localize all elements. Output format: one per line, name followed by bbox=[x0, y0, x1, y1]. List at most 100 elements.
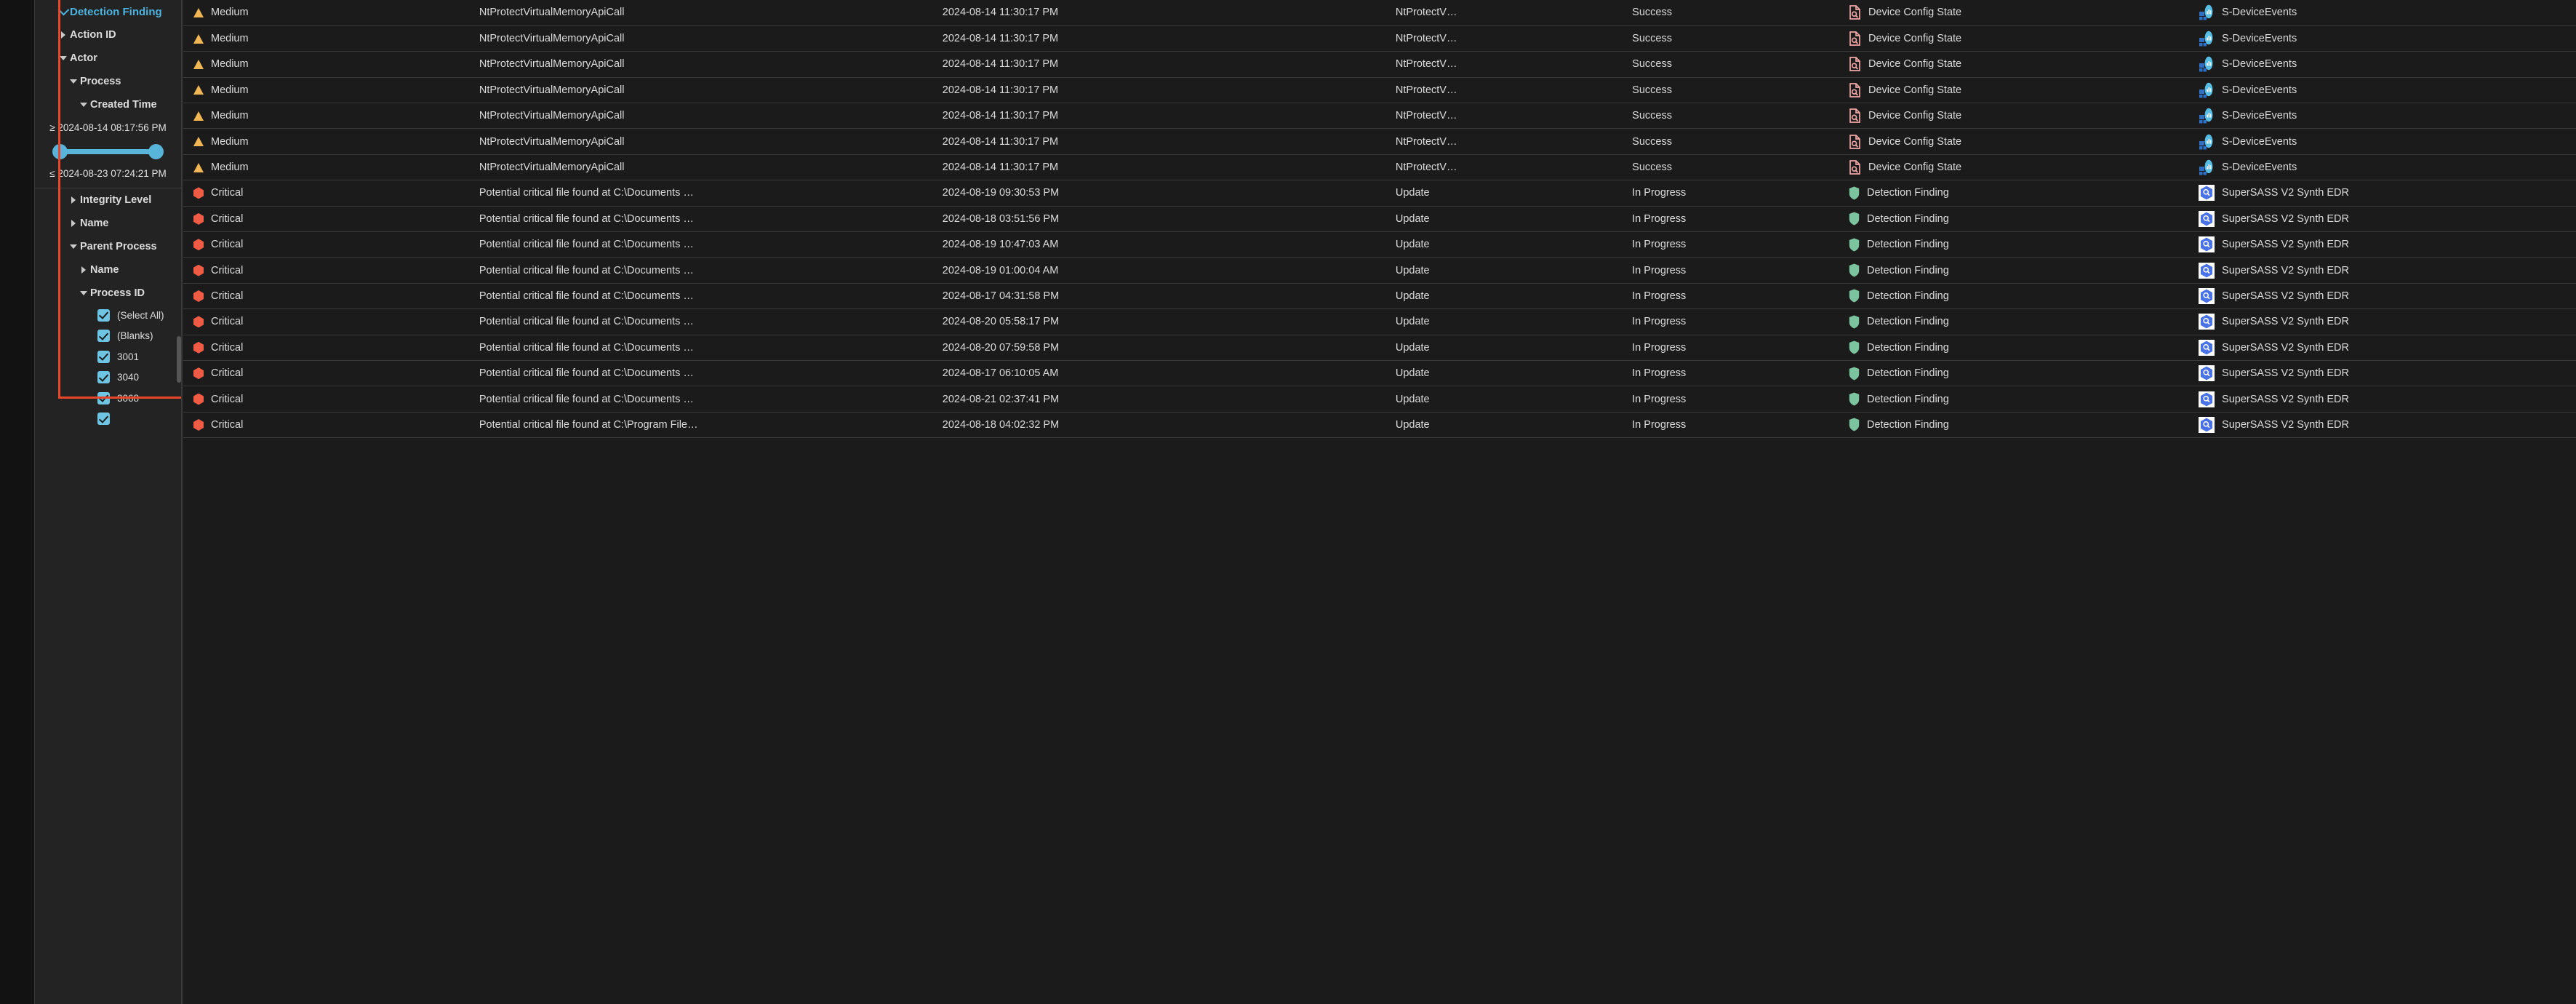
cell-title: Potential critical file found at C:\Docu… bbox=[474, 180, 938, 207]
filter-node-actor[interactable]: Actor bbox=[35, 47, 181, 70]
cell-timestamp[interactable]: 2024-08-14 11:30:17 PM bbox=[937, 25, 1391, 52]
cell-timestamp[interactable]: 2024-08-14 11:30:17 PM bbox=[937, 128, 1391, 155]
table-row[interactable]: Critical Potential critical file found a… bbox=[183, 308, 2576, 335]
cell-title: NtProtectVirtualMemoryApiCall bbox=[474, 154, 938, 181]
cell-timestamp[interactable]: 2024-08-14 11:30:17 PM bbox=[937, 154, 1391, 181]
sidebar-scrollbar-thumb[interactable] bbox=[177, 336, 181, 383]
created-time-filter[interactable]: ≥ 2024-08-14 08:17:56 PM ≤ 2024-08-23 07… bbox=[35, 116, 181, 188]
cell-severity: Medium bbox=[183, 0, 475, 26]
cell-activity: NtProtectV… bbox=[1391, 51, 1628, 78]
cell-timestamp[interactable]: 2024-08-19 10:47:03 AM bbox=[937, 231, 1391, 258]
cell-timestamp[interactable]: 2024-08-18 03:51:56 PM bbox=[937, 206, 1391, 233]
finding-type-label: Detection Finding bbox=[1866, 393, 1949, 405]
table-row[interactable]: Critical Potential critical file found a… bbox=[183, 231, 2576, 258]
chevron-down-icon[interactable] bbox=[57, 8, 70, 16]
cell-severity: Medium bbox=[183, 128, 475, 155]
filter-node-label: Name bbox=[80, 218, 109, 229]
cell-activity: NtProtectV… bbox=[1391, 0, 1628, 26]
filter-node-created-time[interactable]: Created Time bbox=[35, 93, 181, 116]
table-row[interactable]: Critical Potential critical file found a… bbox=[183, 257, 2576, 284]
severity-label: Medium bbox=[211, 7, 249, 19]
table-row[interactable]: Critical Potential critical file found a… bbox=[183, 283, 2576, 310]
cell-severity: Critical bbox=[183, 206, 475, 233]
cell-timestamp[interactable]: 2024-08-14 11:30:17 PM bbox=[937, 0, 1391, 26]
critical-hex-icon bbox=[193, 290, 204, 302]
table-row[interactable]: Medium NtProtectVirtualMemoryApiCall 202… bbox=[183, 154, 2576, 181]
chart-tiles-icon bbox=[2199, 4, 2215, 20]
filter-node-detection-finding[interactable]: Detection Finding bbox=[35, 0, 181, 23]
filter-node-integrity-level[interactable]: Integrity Level bbox=[35, 188, 181, 212]
product-label: S-DeviceEvents bbox=[2222, 58, 2297, 71]
cell-timestamp[interactable]: 2024-08-18 04:02:32 PM bbox=[937, 412, 1391, 439]
cell-timestamp[interactable]: 2024-08-20 05:58:17 PM bbox=[937, 308, 1391, 335]
triangle-right-icon[interactable] bbox=[57, 31, 70, 39]
hex-search-icon bbox=[2199, 210, 2215, 227]
table-row[interactable]: Critical Potential critical file found a… bbox=[183, 180, 2576, 207]
table-row[interactable]: Medium NtProtectVirtualMemoryApiCall 202… bbox=[183, 25, 2576, 52]
slider-handle-min[interactable] bbox=[52, 143, 68, 159]
table-row[interactable]: Medium NtProtectVirtualMemoryApiCall 202… bbox=[183, 51, 2576, 78]
triangle-down-icon[interactable] bbox=[67, 79, 80, 84]
process-id-option[interactable]: 3068 bbox=[35, 388, 181, 409]
cell-timestamp[interactable]: 2024-08-19 01:00:04 AM bbox=[937, 257, 1391, 284]
filter-sidebar[interactable]: Detection Finding Action ID Actor Proces… bbox=[35, 0, 182, 1004]
table-row[interactable]: Medium NtProtectVirtualMemoryApiCall 202… bbox=[183, 77, 2576, 104]
severity-label: Medium bbox=[211, 110, 249, 122]
slider-handle-max[interactable] bbox=[148, 143, 164, 159]
checkbox-checked-icon[interactable] bbox=[97, 391, 110, 405]
checkbox-checked-icon[interactable] bbox=[97, 371, 110, 384]
table-row[interactable]: Medium NtProtectVirtualMemoryApiCall 202… bbox=[183, 0, 2576, 26]
filter-node-action-id[interactable]: Action ID bbox=[35, 23, 181, 47]
severity-label: Critical bbox=[211, 290, 244, 302]
process-id-option[interactable]: (Select All) bbox=[35, 305, 181, 326]
cell-timestamp[interactable]: 2024-08-19 09:30:53 PM bbox=[937, 180, 1391, 207]
triangle-down-icon[interactable] bbox=[67, 244, 80, 249]
triangle-right-icon[interactable] bbox=[67, 196, 80, 204]
cell-timestamp[interactable]: 2024-08-14 11:30:17 PM bbox=[937, 51, 1391, 78]
filter-node-parent-name[interactable]: Name bbox=[35, 258, 181, 282]
process-id-option[interactable]: (Blanks) bbox=[35, 326, 181, 347]
triangle-down-icon[interactable] bbox=[77, 291, 90, 295]
checkbox-checked-icon[interactable] bbox=[97, 308, 110, 322]
chart-tiles-icon bbox=[2199, 82, 2215, 98]
cell-title: NtProtectVirtualMemoryApiCall bbox=[474, 25, 938, 52]
triangle-down-icon[interactable] bbox=[57, 56, 70, 60]
cell-timestamp[interactable]: 2024-08-21 02:37:41 PM bbox=[937, 386, 1391, 413]
table-row[interactable]: Critical Potential critical file found a… bbox=[183, 335, 2576, 361]
cell-status: In Progress bbox=[1628, 283, 1844, 310]
table-row[interactable]: Critical Potential critical file found a… bbox=[183, 206, 2576, 233]
cell-product: S-DeviceEvents bbox=[2194, 0, 2576, 26]
hex-search-icon bbox=[2199, 314, 2215, 330]
checkbox-checked-icon[interactable] bbox=[97, 350, 110, 363]
table-row[interactable]: Medium NtProtectVirtualMemoryApiCall 202… bbox=[183, 103, 2576, 130]
table-row[interactable]: Critical Potential critical file found a… bbox=[183, 386, 2576, 413]
filter-node-name[interactable]: Name bbox=[35, 212, 181, 235]
cell-timestamp[interactable]: 2024-08-17 04:31:58 PM bbox=[937, 283, 1391, 310]
filter-node-process[interactable]: Process bbox=[35, 70, 181, 93]
filter-node-parent-process[interactable]: Parent Process bbox=[35, 235, 181, 258]
triangle-down-icon[interactable] bbox=[77, 103, 90, 107]
shield-icon bbox=[1849, 418, 1860, 431]
shield-icon bbox=[1849, 212, 1860, 226]
table-row[interactable]: Critical Potential critical file found a… bbox=[183, 412, 2576, 439]
checkbox-checked-icon[interactable] bbox=[97, 413, 110, 426]
product-label: SuperSASS V2 Synth EDR bbox=[2222, 264, 2349, 276]
cell-title: Potential critical file found at C:\Docu… bbox=[474, 231, 938, 258]
process-id-option[interactable]: 3001 bbox=[35, 346, 181, 367]
cell-timestamp[interactable]: 2024-08-14 11:30:17 PM bbox=[937, 103, 1391, 130]
cell-activity: NtProtectV… bbox=[1391, 77, 1628, 104]
cell-timestamp[interactable]: 2024-08-17 06:10:05 AM bbox=[937, 360, 1391, 387]
triangle-right-icon[interactable] bbox=[67, 220, 80, 227]
checkbox-checked-icon[interactable] bbox=[97, 330, 110, 343]
date-range-slider[interactable] bbox=[52, 139, 164, 164]
cell-timestamp[interactable]: 2024-08-14 11:30:17 PM bbox=[937, 77, 1391, 104]
cell-timestamp[interactable]: 2024-08-20 07:59:58 PM bbox=[937, 335, 1391, 361]
filter-node-process-id[interactable]: Process ID bbox=[35, 282, 181, 305]
cell-status: In Progress bbox=[1628, 335, 1844, 361]
process-id-option[interactable]: 3040 bbox=[35, 367, 181, 389]
table-row[interactable]: Critical Potential critical file found a… bbox=[183, 360, 2576, 387]
process-id-option[interactable] bbox=[35, 409, 181, 430]
triangle-right-icon[interactable] bbox=[77, 266, 90, 274]
chart-tiles-icon bbox=[2199, 31, 2215, 47]
table-row[interactable]: Medium NtProtectVirtualMemoryApiCall 202… bbox=[183, 128, 2576, 155]
